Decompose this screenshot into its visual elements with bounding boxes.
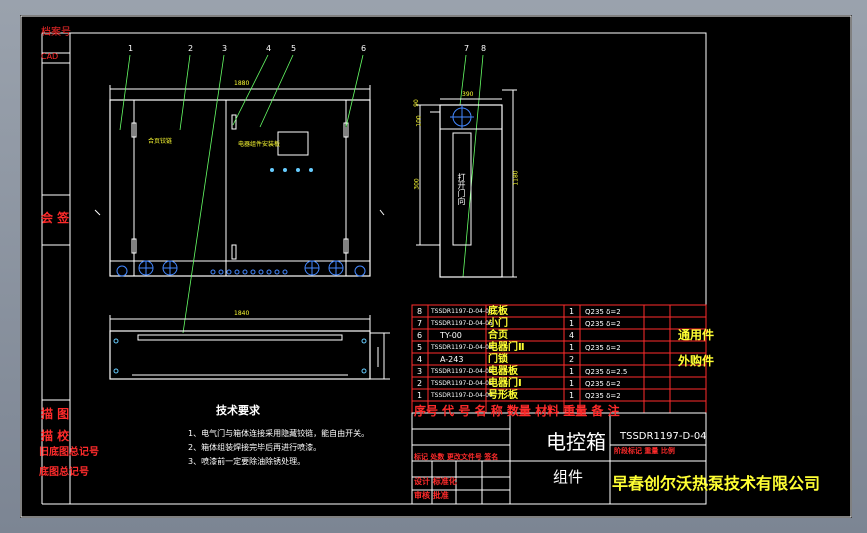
general-part-note: 通用件 <box>678 328 715 342</box>
bom-row-no: 4 <box>417 355 423 364</box>
bom-row-name: 底板 <box>488 306 508 317</box>
front-view <box>94 85 385 277</box>
bom-row-name: 合页 <box>488 330 508 341</box>
side-height-dim: 1180 <box>512 170 520 186</box>
drawing-sheet: 档案号 CAD 会 签 描 图 描 校 旧底图总记号 底图总记号 1 2 3 4… <box>20 15 852 518</box>
bom-row-no: 3 <box>417 367 423 376</box>
bom-row-no: 1 <box>417 391 423 400</box>
bom-row-no: 6 <box>417 331 423 340</box>
bom-row-code: TSSDR1197-D-04-00 <box>431 392 493 399</box>
bom-row-qty: 1 <box>569 319 575 328</box>
callout-4: 4 <box>266 44 272 53</box>
note-item: 2、箱体组装焊接完毕后再进行喷漆。 <box>188 443 322 452</box>
bom-row-no: 7 <box>417 319 423 328</box>
bom-row-no: 5 <box>417 343 423 352</box>
trace-label: 描 图 <box>41 407 70 421</box>
bom-row-code: A-243 <box>440 355 464 364</box>
design-row: 设计 标准化 <box>414 477 457 486</box>
bom-row-qty: 1 <box>569 391 575 400</box>
bom-row-qty: 1 <box>569 379 575 388</box>
mount-plate-label: 电器组件安装板 <box>238 141 281 148</box>
bom-row-no: 2 <box>417 379 423 388</box>
bom-row-qty: 2 <box>569 355 575 364</box>
bottom-width-dim: 1840 <box>234 310 250 317</box>
drawing-name: 电控箱 <box>546 430 606 454</box>
bom-row-name: 小门 <box>488 318 508 329</box>
small-dim-1: 90 <box>412 99 420 107</box>
drawing-number: TSSDR1197-D-04 <box>620 431 707 442</box>
bottom-view <box>109 315 390 380</box>
bom-row-name: 电器门Ⅱ <box>488 342 525 353</box>
mark-line: 标记 处数 更改文件号 签名 <box>414 453 499 461</box>
trace-check-label: 描 校 <box>41 429 70 443</box>
bom-row-material: Q235 δ=2 <box>585 308 621 316</box>
company-name: 早春创尔沃热泵技术有限公司 <box>612 474 821 493</box>
small-dim-3: 100 <box>415 115 423 127</box>
callout-8: 8 <box>481 44 487 53</box>
review-row: 审核 批准 <box>414 491 449 500</box>
bom-row-material: Q235 δ=2 <box>585 380 621 388</box>
bom-row-material: Q235 δ=2.5 <box>585 368 628 376</box>
callout-3: 3 <box>222 44 228 53</box>
purchased-part-note: 外购件 <box>678 354 715 368</box>
cad-label: CAD <box>41 52 59 61</box>
bom-row-code: TY-00 <box>440 331 462 340</box>
bom-row-name: 门锁 <box>488 354 508 365</box>
small-dim-2: 300 <box>413 178 421 190</box>
bom-row-code: TSSDR1197-D-04-05 <box>431 308 493 315</box>
front-width-dim: 1880 <box>234 80 250 87</box>
drawing-kind: 组件 <box>553 468 584 486</box>
bom-row-qty: 1 <box>569 307 575 316</box>
notes-title: 技术要求 <box>216 404 260 417</box>
callout-6: 6 <box>361 44 367 53</box>
hinge-label: 合页铰链 <box>148 138 173 145</box>
callout-1: 1 <box>128 44 134 53</box>
cad-viewport: 档案号 CAD 会 签 描 图 描 校 旧底图总记号 底图总记号 1 2 3 4… <box>0 0 867 533</box>
archive-label: 档案号 <box>41 27 71 38</box>
base-record-label: 底图总记号 <box>39 467 89 478</box>
stage-row: 阶段标记 重量 比例 <box>614 447 675 455</box>
bom-row-material: Q235 δ=2 <box>585 344 621 352</box>
bom-row-name: 号形板 <box>488 390 518 401</box>
bom-row-code: TSSDR1197-D-04-03 <box>431 344 493 351</box>
bom-row-code: TSSDR1197-D-04-02 <box>431 368 493 375</box>
old-base-record-label: 旧底图总记号 <box>39 447 99 458</box>
side-width-dim: 390 <box>462 91 474 98</box>
bom-row-qty: 1 <box>569 343 575 352</box>
note-item: 1、电气门与箱体连接采用隐藏铰链，能自由开关。 <box>188 429 370 438</box>
door-direction-label: 打开门向 <box>457 173 466 205</box>
callout-5: 5 <box>291 44 297 53</box>
bom-row-name: 电器板 <box>488 366 518 377</box>
bom-row-no: 8 <box>417 307 423 316</box>
bom-row-code: TSSDR1197-D-04-01 <box>431 380 493 387</box>
callout-7: 7 <box>464 44 470 53</box>
bom-row-name: 电器门Ⅰ <box>488 378 522 389</box>
note-item: 3、喷漆前一定要除油除锈处理。 <box>188 457 306 466</box>
bom-header: 序号 代 号 名 称 数量 材料 重量 备 注 <box>414 404 620 418</box>
bom-row-code: TSSDR1197-D-04-05 <box>431 320 493 327</box>
callout-2: 2 <box>188 44 194 53</box>
bom-row-qty: 4 <box>569 331 575 340</box>
leader-lines <box>119 54 484 334</box>
drawing-lines <box>20 15 852 518</box>
bom-row-qty: 1 <box>569 367 575 376</box>
side-view <box>416 89 517 278</box>
bom-row-material: Q235 δ=2 <box>585 392 621 400</box>
bom-row-material: Q235 δ=2 <box>585 320 621 328</box>
sign-label: 会 签 <box>41 211 70 225</box>
